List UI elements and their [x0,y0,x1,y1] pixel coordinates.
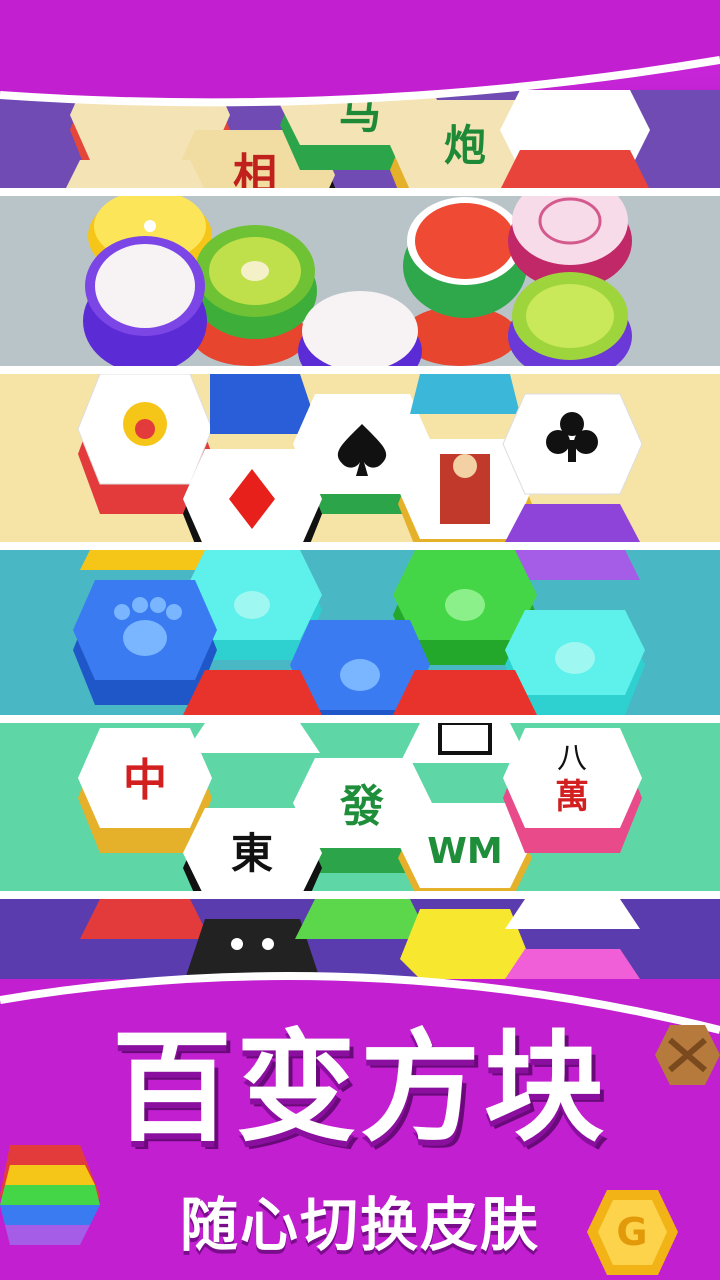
strip-fruit [0,196,720,366]
mahjong-zhong-tile: 中 [78,728,212,853]
gold-coin-hex-icon: G [587,1190,678,1275]
rainbow-hex-icon [0,1145,100,1245]
club-tile [502,393,643,495]
diamond-tile [183,449,322,542]
divider [0,542,720,550]
divider [0,715,720,723]
dragon-fruit-tile [83,236,207,366]
mahjong-bawan-tile: 八 萬 [503,728,642,853]
chess-pao-label: 炮 [444,121,486,170]
top-wave [0,0,720,107]
kiwi-tile [193,225,317,339]
watermelon-tile [403,197,527,318]
svg-text:G: G [616,1210,647,1254]
svg-text:八: 八 [557,741,587,776]
strip-poker [0,374,720,542]
svg-text:東: 東 [231,829,273,878]
svg-text:WM: WM [427,831,503,872]
chess-xiang-label: 相 [233,150,277,188]
divider [0,891,720,899]
strip-paw [0,550,720,715]
divider [0,366,720,374]
svg-text:發: 發 [339,781,384,832]
svg-text:中: 中 [123,755,167,806]
wood-hex-icon [655,1025,720,1085]
divider [0,188,720,196]
mahjong-dong-tile: 東 [183,808,322,891]
strip-mahjong: 中 發 東 WM 八 萬 [0,723,720,891]
svg-text:萬: 萬 [555,777,589,817]
blue-paw-tile [73,580,217,705]
